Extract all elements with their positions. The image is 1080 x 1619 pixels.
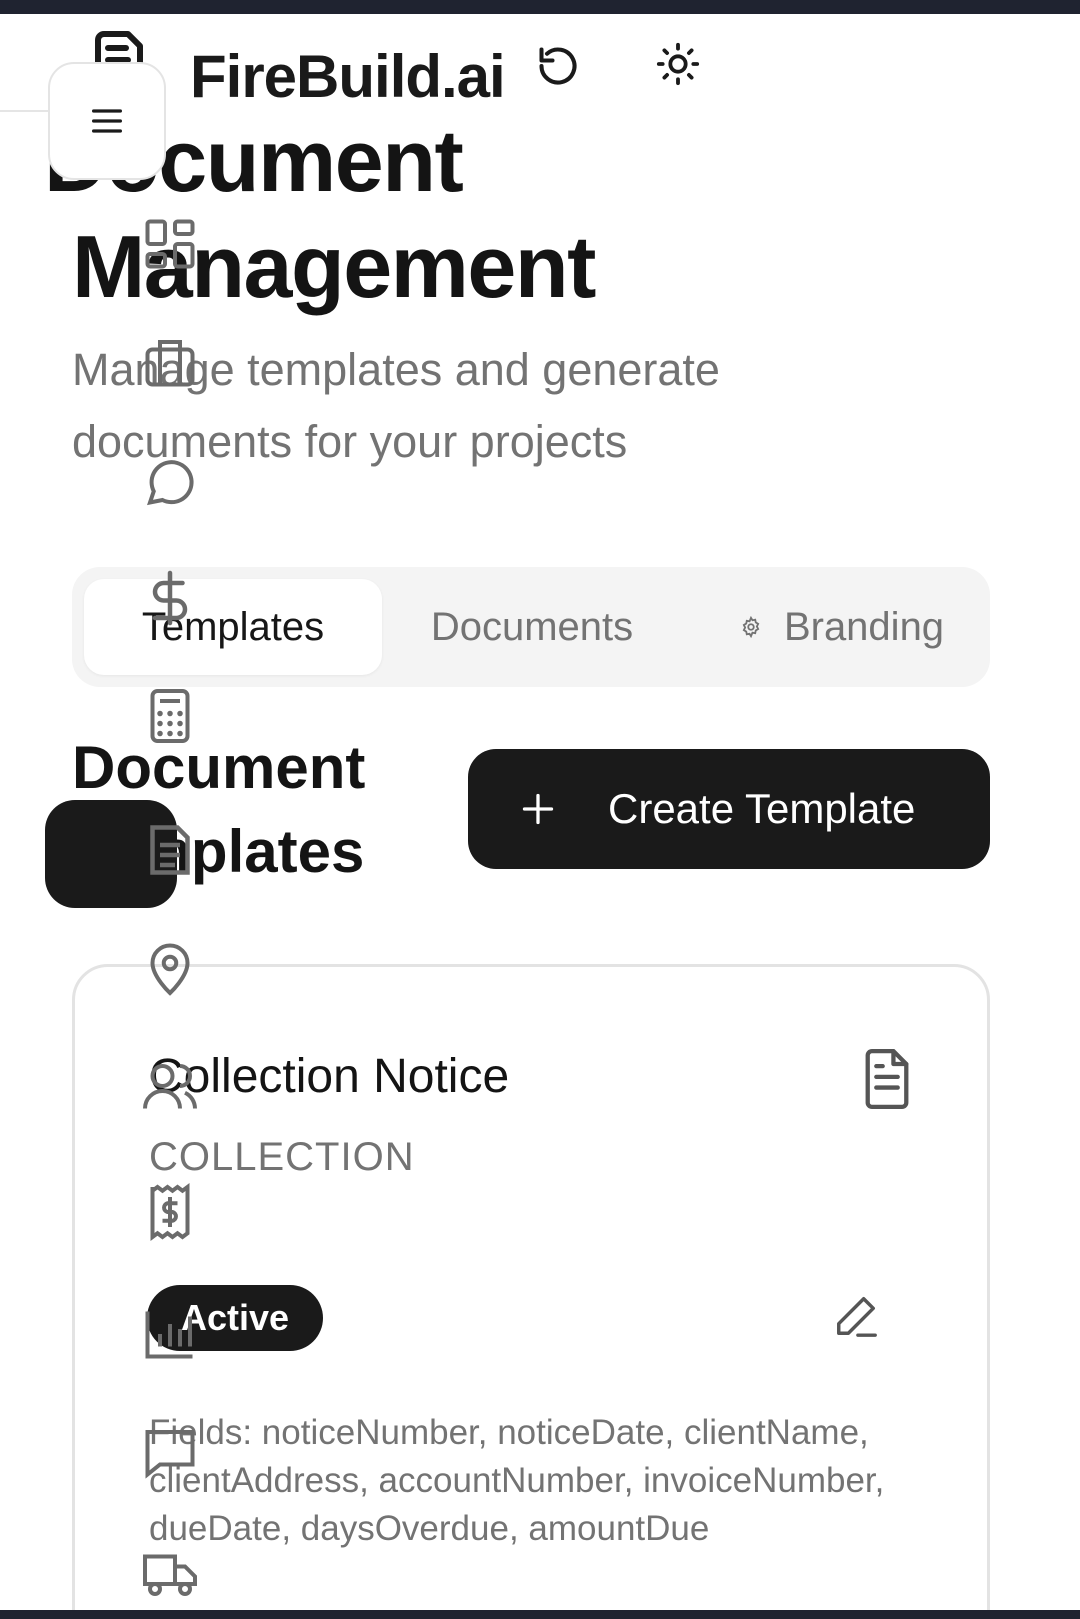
template-card[interactable]: Collection Notice COLLECTION Active Fiel…: [72, 964, 990, 1610]
template-title: Collection Notice: [149, 1050, 510, 1103]
briefcase-icon: [145, 340, 195, 387]
tab-list: Templates Documents Branding: [72, 567, 990, 687]
app-name: FireBuild.ai: [190, 43, 506, 110]
sun-icon: [656, 42, 700, 86]
receipt-icon: [150, 1183, 190, 1241]
sidebar-item-projects[interactable]: [140, 332, 200, 392]
refresh-button[interactable]: [532, 40, 584, 92]
tab-branding[interactable]: Branding: [712, 579, 972, 675]
template-category: COLLECTION: [149, 1135, 415, 1179]
file-text-icon: [865, 1049, 909, 1109]
sidebar-item-estimates[interactable]: [140, 686, 200, 746]
sidebar-item-chat[interactable]: [140, 1422, 200, 1482]
sidebar-item-locations[interactable]: [140, 938, 200, 998]
sidebar-item-messages[interactable]: [140, 450, 200, 510]
sidebar-item-finance[interactable]: [140, 568, 200, 628]
sidebar-item-clients[interactable]: [140, 1056, 200, 1116]
create-template-button[interactable]: Create Template: [468, 749, 990, 869]
users-icon: [143, 1064, 197, 1109]
calculator-icon: [150, 689, 190, 743]
sidebar-item-dashboard[interactable]: [140, 214, 200, 274]
create-template-label: Create Template: [608, 785, 916, 832]
sidebar-item-reports[interactable]: [140, 1304, 200, 1364]
app-screen: FireBuild.ai Document Management Manage …: [0, 14, 1080, 1610]
sidebar-item-fleet[interactable]: [140, 1544, 200, 1604]
truck-icon: [143, 1554, 197, 1596]
chat-icon: [145, 1430, 195, 1479]
sidebar-item-documents[interactable]: [140, 820, 200, 880]
menu-icon: [92, 109, 123, 133]
dollar-icon: [152, 570, 188, 626]
template-fields: Fields: noticeNumber, noticeDate, client…: [149, 1413, 885, 1548]
tab-label: Documents: [430, 604, 634, 649]
gear-icon: [742, 616, 760, 638]
tab-documents[interactable]: Documents: [412, 579, 652, 675]
map-pin-icon: [150, 943, 190, 996]
tab-templates[interactable]: Templates: [84, 579, 382, 675]
documents-icon: [150, 825, 190, 875]
sidebar-item-invoices[interactable]: [140, 1182, 200, 1242]
message-icon: [147, 460, 194, 506]
plus-icon: [522, 793, 554, 825]
theme-toggle-button[interactable]: [652, 38, 704, 90]
chart-icon: [145, 1311, 193, 1359]
tab-label: Branding: [783, 604, 945, 649]
dashboard-icon: [145, 219, 195, 269]
refresh-icon: [539, 47, 577, 85]
menu-button[interactable]: [48, 62, 166, 180]
edit-icon[interactable]: [833, 1293, 879, 1339]
